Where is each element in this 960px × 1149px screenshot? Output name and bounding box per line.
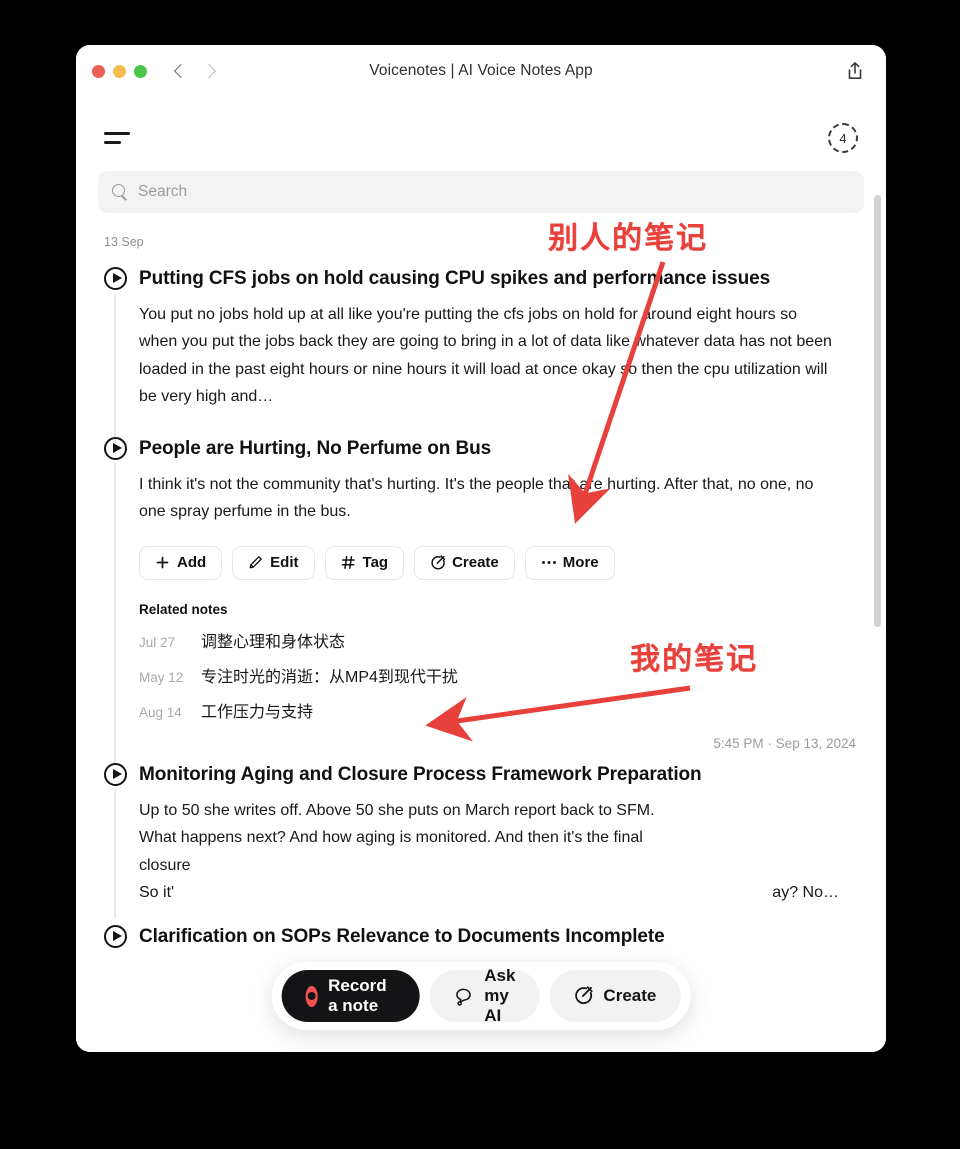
status-badge[interactable]: 4 — [828, 123, 858, 153]
chip-label: Create — [452, 554, 499, 572]
notes-list: Putting CFS jobs on hold causing CPU spi… — [76, 263, 886, 953]
chip-label: Add — [177, 554, 207, 572]
play-icon[interactable] — [104, 924, 127, 948]
app-topbar: 4 — [76, 97, 886, 153]
note-header: People are Hurting, No Perfume on Bus — [104, 433, 858, 465]
plus-icon — [155, 555, 170, 570]
note-body-line: So it' ay? No… — [139, 879, 839, 907]
note-body-line-start: So it' — [139, 884, 175, 902]
magic-wand-icon — [430, 555, 446, 570]
note-indent-line — [114, 295, 116, 443]
related-notes-heading: Related notes — [139, 601, 228, 617]
window-titlebar: Voicenotes | AI Voice Notes App — [76, 45, 886, 97]
related-note-title: 工作压力与支持 — [201, 703, 314, 721]
note-item[interactable]: Clarification on SOPs Relevance to Docum… — [76, 921, 886, 953]
play-icon[interactable] — [104, 762, 127, 786]
chat-bubble-icon — [453, 986, 474, 1007]
related-note-date: Aug 14 — [139, 704, 182, 720]
traffic-lights — [92, 64, 147, 78]
app-window: Voicenotes | AI Voice Notes App 4 Search… — [76, 45, 886, 1052]
record-a-note-button[interactable]: Record a note — [281, 970, 420, 1022]
more-button[interactable]: More — [524, 545, 615, 580]
note-title: Clarification on SOPs Relevance to Docum… — [139, 925, 665, 947]
related-note-item[interactable]: Aug 14 工作压力与支持 — [139, 698, 858, 722]
note-title: Monitoring Aging and Closure Process Fra… — [139, 763, 702, 785]
ask-button-label: Ask my AI — [484, 966, 516, 1025]
note-header: Putting CFS jobs on hold causing CPU spi… — [104, 263, 858, 295]
related-note-date: Jul 27 — [139, 634, 176, 650]
related-note-title: 调整心理和身体状态 — [201, 633, 346, 651]
date-group-label: 13 Sep — [104, 235, 144, 249]
tag-button[interactable]: Tag — [324, 545, 405, 580]
ellipsis-icon — [541, 555, 556, 570]
badge-count: 4 — [839, 130, 847, 146]
note-title: Putting CFS jobs on hold causing CPU spi… — [139, 268, 771, 289]
vertical-scrollbar[interactable] — [874, 195, 881, 627]
hash-icon — [341, 555, 356, 570]
menu-icon[interactable] — [104, 130, 130, 146]
bottom-toolbar: Record a note Ask my AI Create — [271, 962, 691, 1030]
chip-label: Tag — [362, 554, 389, 572]
note-indent-line — [114, 788, 116, 919]
play-icon[interactable] — [104, 267, 127, 290]
minimize-button[interactable] — [113, 64, 126, 78]
note-item[interactable]: People are Hurting, No Perfume on Bus I … — [76, 433, 886, 763]
app-content: 4 Search 13 Sep Putting CFS jobs on hold… — [76, 97, 886, 1052]
share-icon[interactable] — [844, 60, 866, 82]
screenshot-root: Voicenotes | AI Voice Notes App 4 Search… — [0, 0, 960, 1149]
note-body-line: What happens next? And how aging is moni… — [139, 829, 643, 847]
note-item[interactable]: Putting CFS jobs on hold causing CPU spi… — [76, 263, 886, 443]
ask-my-ai-button[interactable]: Ask my AI — [429, 966, 540, 1025]
note-body-line: closure — [139, 856, 191, 874]
pencil-icon — [248, 555, 263, 570]
note-timestamp: 5:45 PM · Sep 13, 2024 — [713, 735, 856, 751]
create-button-label: Create — [603, 986, 657, 1005]
search-icon — [112, 184, 128, 200]
note-body: I think it's not the community that's hu… — [139, 475, 814, 521]
note-body: Up to 50 she writes off. Above 50 she pu… — [139, 797, 839, 907]
note-body: You put no jobs hold up at all like you'… — [139, 305, 832, 406]
chevron-right-icon[interactable] — [203, 64, 217, 78]
maximize-button[interactable] — [134, 64, 147, 78]
note-body-line: Up to 50 she writes off. Above 50 she pu… — [139, 801, 655, 819]
edit-button[interactable]: Edit — [232, 545, 315, 580]
annotation-other-peoples-notes: 别人的笔记 — [548, 222, 708, 255]
note-indent-line — [114, 462, 116, 763]
close-button[interactable] — [92, 64, 105, 78]
chevron-left-icon[interactable] — [173, 64, 187, 78]
search-placeholder: Search — [138, 183, 188, 200]
note-item[interactable]: Monitoring Aging and Closure Process Fra… — [76, 759, 886, 919]
play-icon[interactable] — [104, 436, 127, 460]
search-input[interactable]: Search — [98, 171, 864, 213]
annotation-my-notes: 我的笔记 — [630, 643, 758, 676]
create-toolbar-button[interactable]: Create — [549, 970, 681, 1022]
note-action-chips: Add Edit Tag Create More — [139, 545, 858, 580]
record-dot-icon — [305, 985, 319, 1007]
record-button-label: Record a note — [328, 976, 387, 1015]
note-body-line-end: ay? No… — [772, 884, 839, 902]
note-title: People are Hurting, No Perfume on Bus — [139, 437, 492, 459]
create-button[interactable]: Create — [414, 545, 515, 580]
chip-label: More — [562, 554, 599, 572]
note-header: Monitoring Aging and Closure Process Fra… — [104, 759, 858, 791]
note-header: Clarification on SOPs Relevance to Docum… — [104, 921, 858, 953]
add-button[interactable]: Add — [139, 545, 223, 580]
nav-arrows — [173, 64, 217, 78]
chip-label: Edit — [270, 554, 299, 572]
magic-wand-icon — [573, 986, 593, 1006]
related-note-date: May 12 — [139, 669, 184, 685]
related-note-title: 专注时光的消逝：从MP4到现代干扰 — [201, 668, 458, 686]
